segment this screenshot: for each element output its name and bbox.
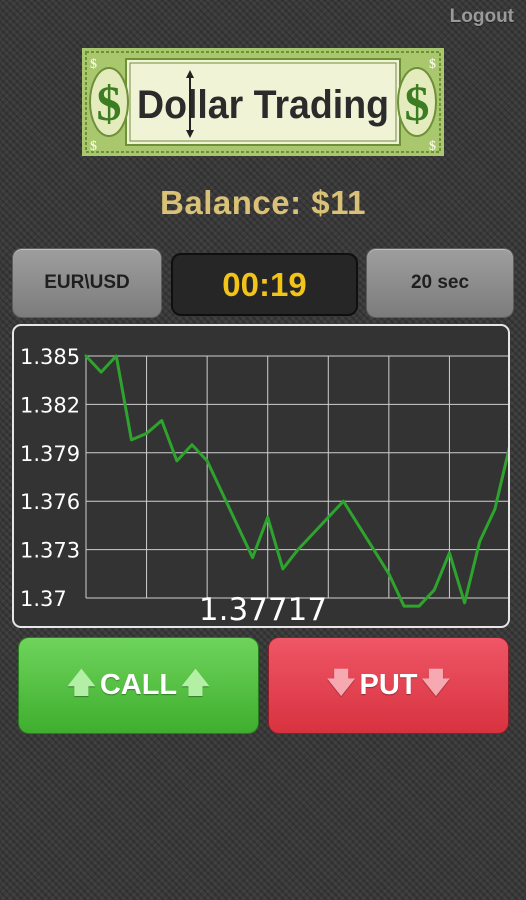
duration-button[interactable]: 20 sec [366,248,514,318]
call-button[interactable]: 🡅 CALL 🡅 [18,637,259,734]
price-chart: 1.385 1.382 1.379 1.376 1.373 1.37 [12,324,510,628]
y-tick-label: 1.373 [20,539,80,563]
put-button[interactable]: 🡇 PUT 🡇 [268,637,509,734]
logo-dollar-right: $ [405,75,430,131]
call-label: CALL [99,669,178,701]
price-series-line [84,354,508,608]
arrow-up-icon: 🡅 [67,666,96,698]
y-tick-label: 1.382 [20,393,80,417]
countdown-timer: 00:19 [171,253,358,316]
svg-text:$: $ [90,139,97,154]
balance-label: Balance: $11 [160,184,366,221]
put-label: PUT [359,669,418,701]
logout-button[interactable]: Logout [450,6,514,28]
arrow-up-icon: 🡅 [181,666,210,698]
svg-text:$: $ [429,139,436,154]
arrow-down-icon: 🡇 [421,666,451,698]
current-price: 1.37717 [198,592,328,628]
currency-pair-button[interactable]: EUR\USD [12,248,162,318]
dollar-trading-logo: $ $ $ $ $ $ Dollar Trading [82,48,444,156]
arrow-down-icon: 🡇 [326,666,356,698]
y-tick-label: 1.379 [20,442,80,466]
svg-text:$: $ [90,57,97,72]
y-tick-label: 1.376 [20,490,80,514]
logo-text: Dollar Trading [137,83,389,127]
svg-text:$: $ [429,57,436,72]
logo-dollar-left: $ [97,75,122,131]
y-tick-label: 1.385 [20,345,80,369]
price-chart-svg: 1.3851.3821.3791.3761.3731.37 [20,345,508,611]
